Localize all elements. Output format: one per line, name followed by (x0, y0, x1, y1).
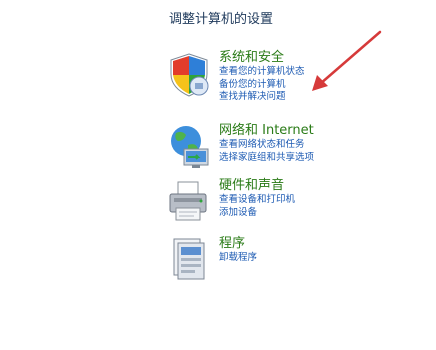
link-view-devices-printers[interactable]: 查看设备和打印机 (219, 194, 295, 207)
page-title: 调整计算机的设置 (169, 12, 274, 27)
category-title-hardware-sound[interactable]: 硬件和声音 (219, 178, 295, 194)
category-title-system-security[interactable]: 系统和安全 (219, 50, 305, 66)
printer-icon[interactable] (166, 178, 212, 226)
category-hardware-sound: 硬件和声音 查看设备和打印机 添加设备 (166, 178, 426, 238)
link-view-network-status[interactable]: 查看网络状态和任务 (219, 139, 314, 152)
category-programs: 程序 卸载程序 (166, 236, 426, 296)
category-network-internet: 网络和 Internet 查看网络状态和任务 选择家庭组和共享选项 (166, 123, 426, 183)
annotation-arrow (312, 30, 382, 91)
link-backup-computer[interactable]: 备份您的计算机 (219, 79, 305, 92)
link-view-computer-status[interactable]: 查看您的计算机状态 (219, 66, 305, 79)
link-find-fix-problems[interactable]: 查找并解决问题 (219, 91, 305, 104)
link-uninstall-program[interactable]: 卸载程序 (219, 252, 257, 265)
programs-icon[interactable] (166, 236, 212, 284)
category-title-programs[interactable]: 程序 (219, 236, 257, 252)
category-title-network-internet[interactable]: 网络和 Internet (219, 123, 314, 139)
network-globe-icon[interactable] (166, 123, 212, 171)
link-add-device[interactable]: 添加设备 (219, 207, 295, 220)
shield-icon[interactable] (166, 50, 212, 98)
link-homegroup-sharing[interactable]: 选择家庭组和共享选项 (219, 152, 314, 165)
